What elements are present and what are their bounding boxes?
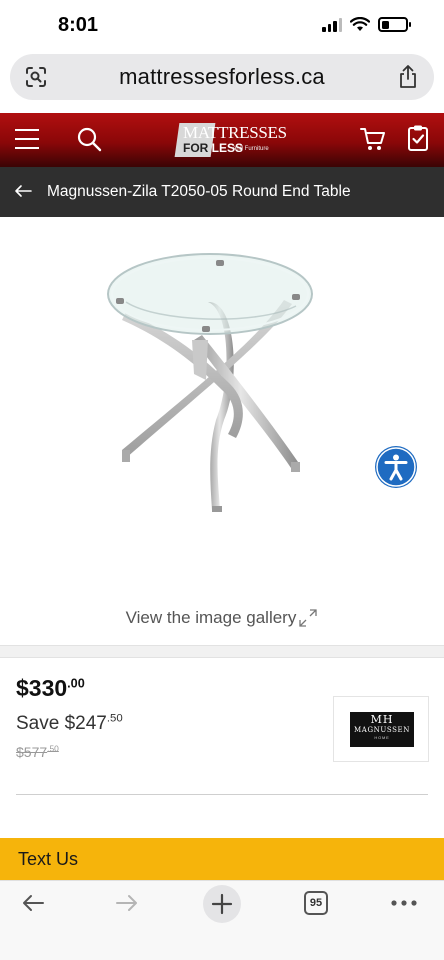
site-logo[interactable]: MATTRESSES FOR LESS and Furniture: [174, 121, 287, 161]
section-divider: [0, 645, 444, 658]
product-title: Magnussen-Zila T2050-05 Round End Table: [47, 183, 351, 200]
wifi-icon: [350, 17, 370, 31]
savings-cents: .50: [106, 712, 123, 725]
share-icon[interactable]: [396, 64, 420, 90]
forward-arrow-icon[interactable]: [115, 891, 139, 915]
logo-text-mattresses: MATTRESSES: [183, 123, 287, 142]
signal-icon: [322, 17, 342, 32]
current-price-cents: .00: [67, 676, 85, 691]
accessibility-icon: [376, 447, 416, 487]
site-header: MATTRESSES FOR LESS and Furniture: [0, 113, 444, 167]
browser-toolbar: 95: [0, 880, 444, 960]
original-price-cents: .50: [47, 743, 59, 754]
text-us-button[interactable]: Text Us: [0, 838, 444, 880]
search-icon[interactable]: [76, 126, 102, 152]
accessibility-button[interactable]: [375, 446, 417, 488]
breadcrumb-bar: Magnussen-Zila T2050-05 Round End Table: [0, 167, 444, 217]
view-gallery-link[interactable]: View the image gallery: [0, 607, 444, 628]
url-text[interactable]: mattressesforless.ca: [10, 64, 434, 90]
address-bar[interactable]: mattressesforless.ca: [10, 54, 434, 100]
battery-icon: [378, 17, 411, 32]
original-price-main: $577: [16, 744, 48, 760]
back-arrow-icon[interactable]: [13, 181, 33, 201]
view-gallery-label[interactable]: View the image gallery: [126, 608, 297, 628]
savings-main: Save $247: [16, 713, 107, 734]
current-price: $330.00: [16, 675, 85, 702]
current-price-main: $330: [16, 675, 68, 701]
back-arrow-icon[interactable]: [21, 891, 45, 915]
brand-sub: HOME: [374, 735, 390, 740]
text-us-label[interactable]: Text Us: [18, 849, 78, 870]
logo-tagline: and Furniture: [233, 146, 269, 152]
new-tab-button[interactable]: [203, 885, 241, 923]
status-icons: [322, 17, 411, 32]
status-bar: 8:01: [0, 0, 444, 50]
logo-text-for: FOR: [183, 141, 212, 155]
tab-count-button[interactable]: 95: [304, 891, 328, 915]
plus-icon: [211, 893, 233, 915]
brand-mark: MH: [370, 713, 394, 726]
cart-icon[interactable]: [360, 126, 386, 152]
more-icon[interactable]: [391, 900, 417, 906]
product-image[interactable]: [96, 240, 346, 530]
magnussen-logo: MH MAGNUSSEN HOME: [350, 712, 414, 747]
original-price: $577.50: [16, 744, 59, 760]
status-time: 8:01: [58, 14, 99, 36]
savings-amount: Save $247.50: [16, 713, 123, 735]
brand-name: MAGNUSSEN: [354, 726, 410, 734]
brand-logo-box[interactable]: MH MAGNUSSEN HOME: [333, 696, 429, 762]
menu-icon[interactable]: [15, 129, 39, 149]
expand-icon[interactable]: [298, 608, 318, 628]
price-divider: [16, 794, 428, 795]
clipboard-check-icon[interactable]: [407, 124, 429, 152]
